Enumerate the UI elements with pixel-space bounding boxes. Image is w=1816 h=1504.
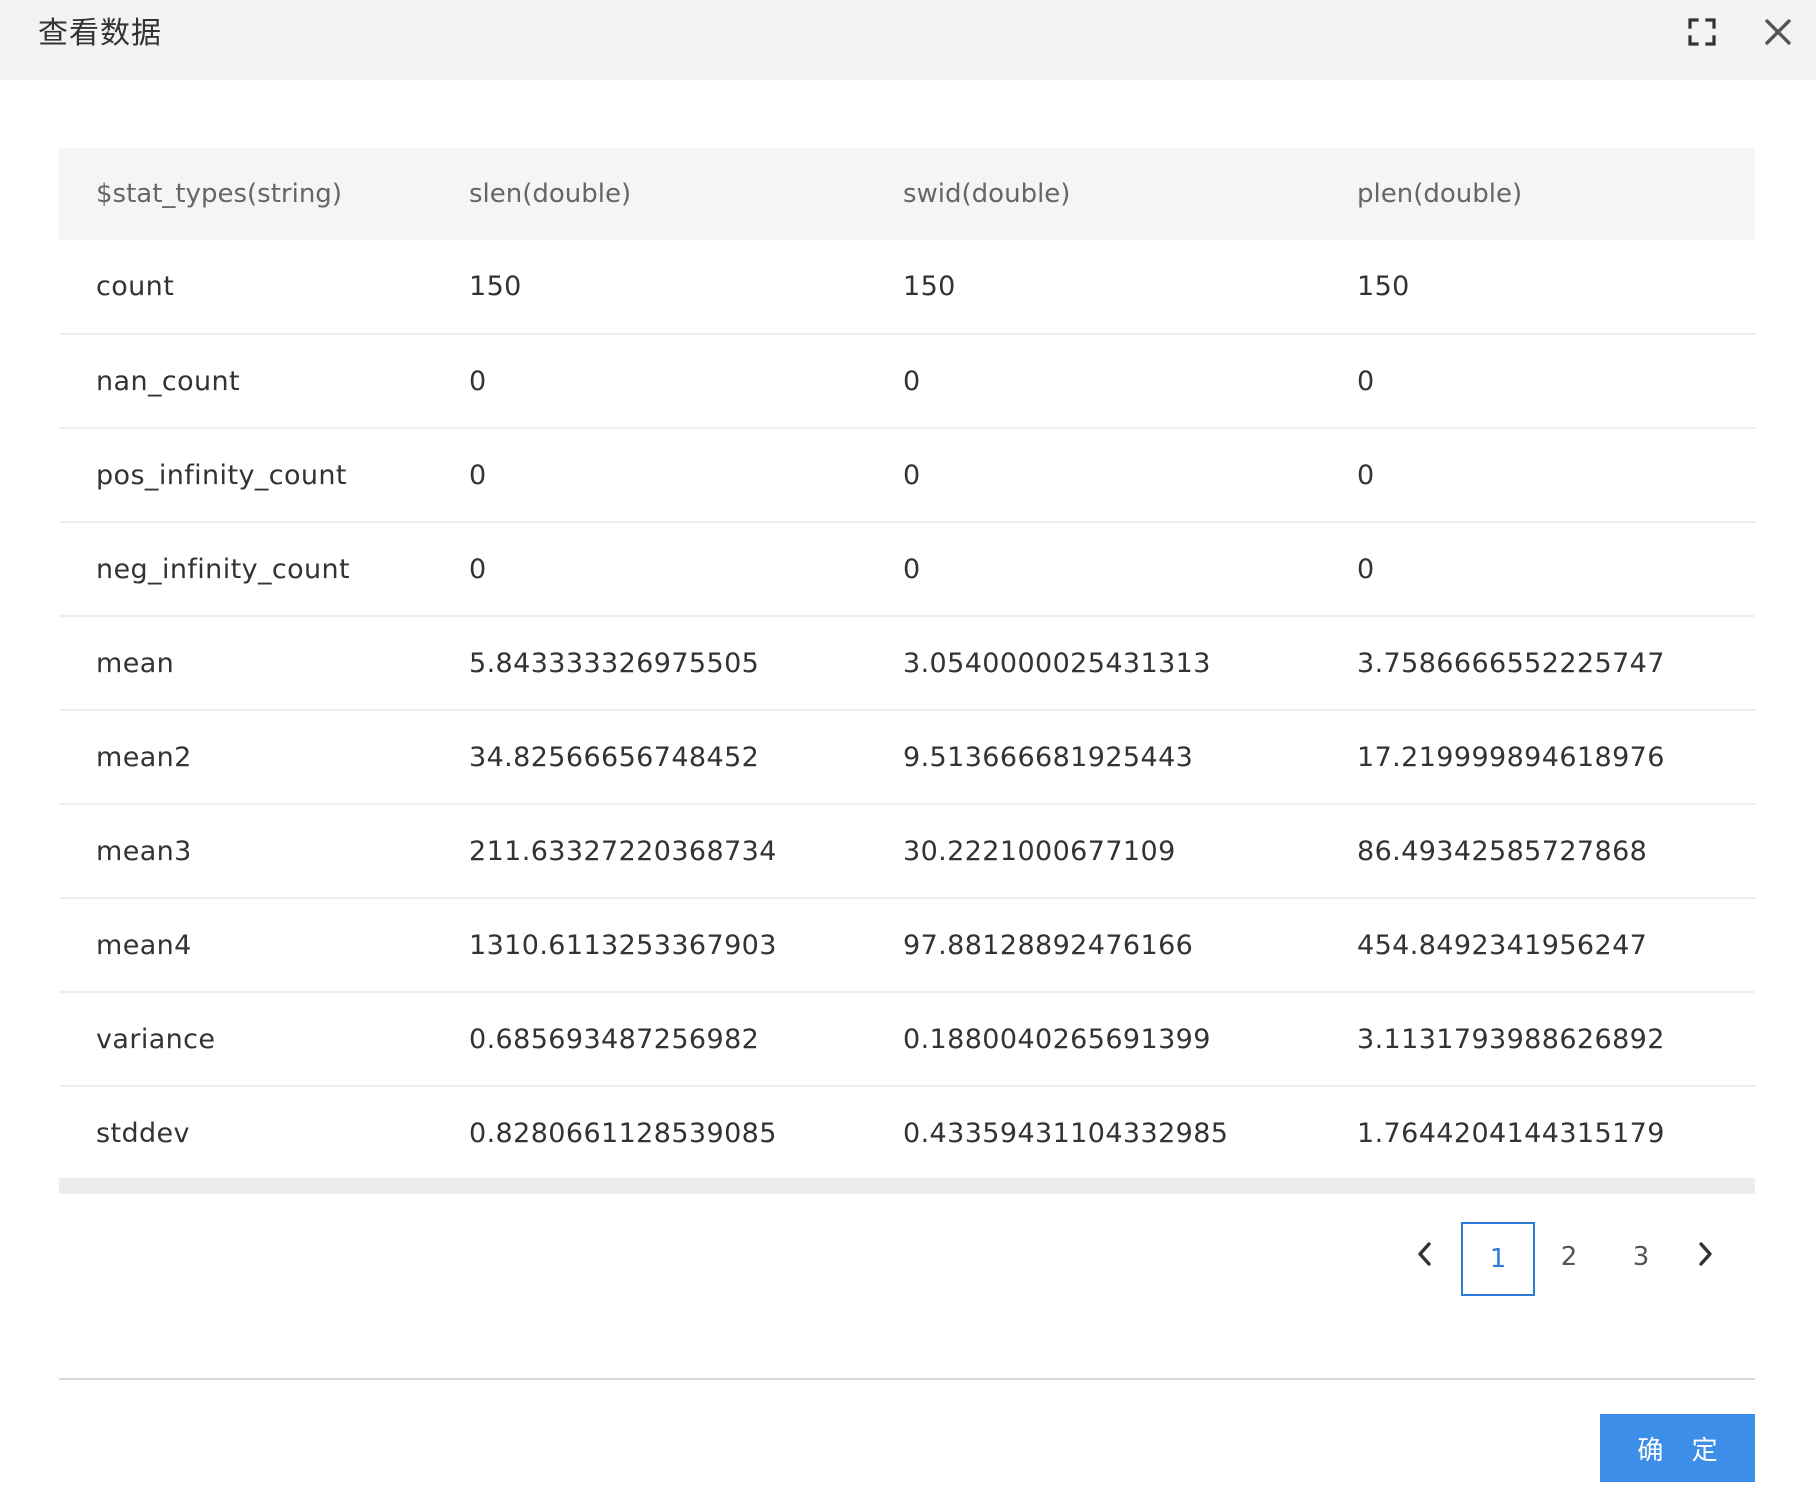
table-cell: mean [96, 647, 175, 679]
table-cell: 17.219999894618976 [1357, 741, 1665, 773]
table-row: pos_infinity_count 0 0 0 [59, 428, 1755, 522]
table-cell: 0 [1357, 553, 1375, 585]
table-cell: 0 [469, 365, 487, 397]
table-cell: 0 [1357, 365, 1375, 397]
table-cell: 0.685693487256982 [469, 1023, 760, 1055]
table-header-row: $stat_types(string) slen(double) swid(do… [59, 148, 1755, 240]
view-data-dialog: 查看数据 $stat_types(string) slen(double) sw… [0, 0, 1816, 1504]
prev-page-button[interactable] [1400, 1222, 1450, 1292]
confirm-button[interactable]: 确 定 [1600, 1414, 1755, 1482]
table-cell: 0 [903, 459, 921, 491]
chevron-left-icon [1415, 1240, 1435, 1275]
table-row: mean4 1310.6113253367903 97.881288924761… [59, 898, 1755, 992]
close-button[interactable] [1756, 14, 1800, 54]
fullscreen-button[interactable] [1680, 14, 1724, 54]
table-cell: 0 [1357, 459, 1375, 491]
table-cell: 9.513666681925443 [903, 741, 1194, 773]
table-cell: 1.7644204144315179 [1357, 1117, 1665, 1149]
table-cell: 150 [903, 271, 956, 302]
dialog-title: 查看数据 [38, 16, 162, 51]
table-cell: neg_infinity_count [96, 553, 351, 585]
page-button-2[interactable]: 2 [1534, 1222, 1604, 1292]
page-button-3[interactable]: 3 [1606, 1222, 1676, 1292]
table-cell: 454.8492341956247 [1357, 929, 1648, 961]
table-cell: nan_count [96, 365, 241, 397]
table-cell: pos_infinity_count [96, 459, 347, 491]
chevron-right-icon [1695, 1240, 1715, 1275]
table-cell: 97.88128892476166 [903, 929, 1194, 961]
table-cell: 0.1880040265691399 [903, 1023, 1211, 1055]
table-cell: mean4 [96, 929, 192, 961]
table-cell: 86.49342585727868 [1357, 835, 1648, 867]
fullscreen-icon [1686, 16, 1718, 52]
close-icon [1763, 17, 1793, 51]
table-cell: 0 [903, 365, 921, 397]
column-header: $stat_types(string) [96, 179, 342, 209]
table-cell: variance [96, 1023, 216, 1055]
table-cell: 34.82566656748452 [469, 741, 760, 773]
data-table: $stat_types(string) slen(double) swid(do… [59, 148, 1755, 1181]
next-page-button[interactable] [1680, 1222, 1730, 1292]
column-header: swid(double) [903, 179, 1071, 209]
data-table-container: $stat_types(string) slen(double) swid(do… [59, 148, 1755, 1181]
table-row: count 150 150 150 [59, 240, 1755, 334]
pagination: 1 2 3 [1400, 1222, 1730, 1296]
table-cell: 0 [903, 553, 921, 585]
table-cell: count [96, 271, 175, 302]
table-row: neg_infinity_count 0 0 0 [59, 522, 1755, 616]
table-row: stddev 0.8280661128539085 0.433594311043… [59, 1086, 1755, 1180]
table-cell: 0 [469, 459, 487, 491]
dialog-header: 查看数据 [0, 0, 1816, 80]
table-cell: 0 [469, 553, 487, 585]
footer-divider [59, 1378, 1755, 1380]
table-cell: 150 [1357, 271, 1410, 302]
table-cell: 30.2221000677109 [903, 835, 1176, 867]
table-cell: 0.43359431104332985 [903, 1117, 1229, 1149]
horizontal-scrollbar[interactable] [59, 1178, 1755, 1194]
table-row: variance 0.685693487256982 0.18800402656… [59, 992, 1755, 1086]
table-cell: mean2 [96, 741, 192, 773]
table-cell: 0.8280661128539085 [469, 1117, 777, 1149]
table-cell: 5.843333326975505 [469, 647, 760, 679]
table-row: nan_count 0 0 0 [59, 334, 1755, 428]
table-row: mean3 211.63327220368734 30.222100067710… [59, 804, 1755, 898]
table-cell: mean3 [96, 835, 192, 867]
table-row: mean2 34.82566656748452 9.51366668192544… [59, 710, 1755, 804]
column-header: slen(double) [469, 179, 632, 209]
table-cell: 3.0540000025431313 [903, 647, 1211, 679]
table-cell: 150 [469, 271, 522, 302]
table-cell: 211.63327220368734 [469, 835, 777, 867]
column-header: plen(double) [1357, 179, 1523, 209]
table-cell: 3.7586666552225747 [1357, 647, 1665, 679]
table-row: mean 5.843333326975505 3.054000002543131… [59, 616, 1755, 710]
page-button-1[interactable]: 1 [1461, 1222, 1535, 1296]
table-cell: stddev [96, 1117, 190, 1149]
table-cell: 1310.6113253367903 [469, 929, 777, 961]
table-cell: 3.1131793988626892 [1357, 1023, 1665, 1055]
